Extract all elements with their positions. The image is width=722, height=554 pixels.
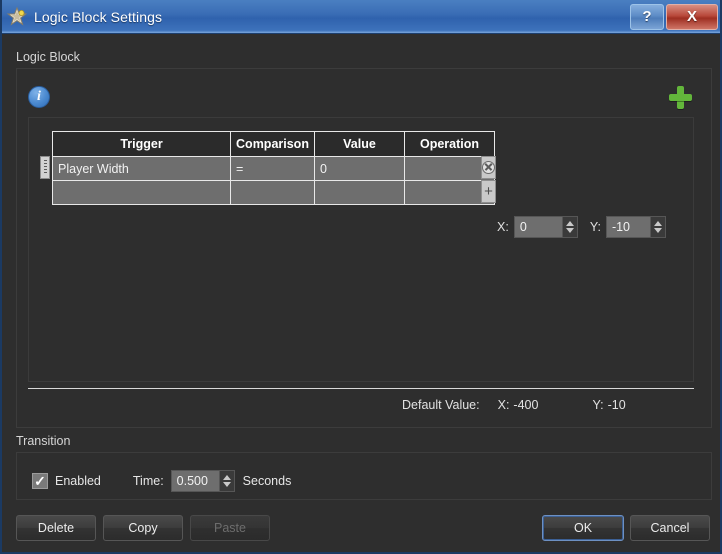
y-input[interactable]: -10 bbox=[605, 216, 650, 238]
logic-block-group-label: Logic Block bbox=[16, 50, 80, 64]
star-icon bbox=[6, 6, 28, 28]
help-button[interactable]: ? bbox=[630, 3, 664, 30]
table-header-row: Trigger Comparison Value Operation bbox=[52, 131, 495, 157]
paste-button: Paste bbox=[190, 515, 270, 541]
row-drag-handle[interactable] bbox=[40, 156, 50, 179]
transition-seconds-label: Seconds bbox=[242, 474, 292, 488]
y-label: Y: bbox=[589, 220, 601, 234]
title-bar: Logic Block Settings ? X bbox=[2, 0, 720, 34]
cell-value[interactable]: 0 bbox=[314, 156, 405, 181]
transition-time-spinner-buttons[interactable] bbox=[218, 470, 235, 492]
coordinate-controls: X: 0 Y: -10 bbox=[497, 216, 666, 238]
y-spinner-buttons[interactable] bbox=[649, 216, 666, 238]
circle-x-icon bbox=[482, 161, 495, 174]
default-value-y: -10 bbox=[607, 398, 626, 412]
cancel-button[interactable]: Cancel bbox=[630, 515, 710, 541]
default-value-row: Default Value: X: -400 Y: -10 bbox=[402, 398, 626, 412]
transition-enabled-label: Enabled bbox=[55, 474, 101, 488]
trigger-table: Trigger Comparison Value Operation Playe… bbox=[52, 131, 495, 205]
ok-button[interactable]: OK bbox=[542, 515, 624, 541]
y-spinner[interactable]: -10 bbox=[605, 216, 666, 238]
chevron-down-icon[interactable] bbox=[565, 228, 574, 233]
column-header-operation: Operation bbox=[404, 131, 495, 157]
row-remove-button[interactable] bbox=[481, 156, 496, 179]
cell-comparison[interactable]: = bbox=[230, 156, 315, 181]
window-title: Logic Block Settings bbox=[34, 8, 163, 25]
add-block-plus-icon[interactable] bbox=[668, 85, 692, 109]
chevron-down-icon[interactable] bbox=[222, 482, 231, 487]
x-spinner[interactable]: 0 bbox=[513, 216, 578, 238]
x-input[interactable]: 0 bbox=[513, 216, 562, 238]
column-header-comparison: Comparison bbox=[230, 131, 315, 157]
transition-enabled-checkbox[interactable]: ✓ bbox=[32, 473, 48, 489]
default-value-x: -400 bbox=[513, 398, 539, 412]
chevron-down-icon[interactable] bbox=[653, 228, 662, 233]
transition-time-label: Time: bbox=[132, 474, 164, 488]
cell-comparison[interactable] bbox=[230, 180, 315, 205]
column-header-value: Value bbox=[314, 131, 405, 157]
info-icon[interactable]: i bbox=[28, 86, 50, 108]
transition-controls: ✓ Enabled Time: 0.500 Seconds bbox=[32, 470, 291, 492]
cell-value[interactable] bbox=[314, 180, 405, 205]
chevron-up-icon[interactable] bbox=[565, 221, 574, 226]
grip-dots-icon bbox=[43, 160, 47, 175]
x-label: X: bbox=[497, 220, 509, 234]
row-add-button[interactable]: + bbox=[481, 180, 496, 203]
default-value-x-label: X: bbox=[497, 398, 510, 412]
table-row[interactable]: Player Width = 0 bbox=[52, 156, 495, 181]
chevron-up-icon[interactable] bbox=[222, 475, 231, 480]
default-value-separator bbox=[28, 388, 694, 389]
check-icon: ✓ bbox=[34, 473, 46, 489]
cell-trigger[interactable] bbox=[52, 180, 231, 205]
transition-time-spinner[interactable]: 0.500 bbox=[170, 470, 235, 492]
close-button[interactable]: X bbox=[666, 3, 718, 30]
logic-block-settings-dialog: Logic Block Settings ? X Logic Block i T… bbox=[0, 0, 722, 554]
window-controls: ? X bbox=[628, 3, 718, 31]
default-value-label: Default Value: bbox=[402, 398, 480, 412]
x-spinner-buttons[interactable] bbox=[561, 216, 578, 238]
table-row[interactable] bbox=[52, 180, 495, 205]
plus-icon: + bbox=[484, 183, 493, 200]
column-header-trigger: Trigger bbox=[52, 131, 231, 157]
chevron-up-icon[interactable] bbox=[653, 221, 662, 226]
default-value-y-label: Y: bbox=[592, 398, 604, 412]
transition-group-label: Transition bbox=[16, 434, 71, 448]
transition-time-input[interactable]: 0.500 bbox=[170, 470, 219, 492]
copy-button[interactable]: Copy bbox=[103, 515, 183, 541]
delete-button[interactable]: Delete bbox=[16, 515, 96, 541]
cell-trigger[interactable]: Player Width bbox=[52, 156, 231, 181]
